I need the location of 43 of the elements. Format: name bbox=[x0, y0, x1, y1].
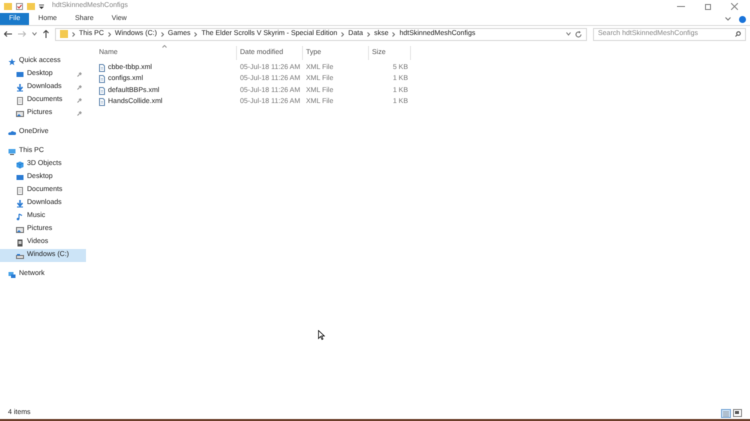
large-icons-view-icon[interactable] bbox=[733, 409, 742, 417]
monitor-icon bbox=[16, 70, 24, 78]
document-icon bbox=[16, 96, 24, 104]
picture-icon bbox=[16, 226, 24, 234]
film-icon bbox=[16, 238, 24, 246]
folder-icon bbox=[60, 30, 68, 38]
document-icon bbox=[16, 186, 24, 194]
chevron-icon bbox=[341, 32, 344, 36]
chevron-icon bbox=[72, 32, 75, 36]
chevron-icon bbox=[367, 32, 370, 36]
star-icon bbox=[8, 58, 16, 66]
cloud-icon bbox=[8, 128, 16, 136]
chevron-icon bbox=[194, 32, 198, 36]
document-icon bbox=[99, 98, 105, 106]
chevron-icon bbox=[392, 32, 396, 36]
document-icon bbox=[99, 86, 105, 95]
refresh-icon[interactable] bbox=[575, 30, 582, 38]
chevron-icon bbox=[108, 32, 111, 36]
cube-icon bbox=[16, 160, 24, 168]
computer-icon bbox=[8, 148, 16, 156]
sort-caret-icon bbox=[162, 45, 167, 48]
close-icon[interactable] bbox=[731, 3, 738, 10]
chevron-icon bbox=[160, 32, 164, 36]
chevron-icon[interactable] bbox=[32, 32, 37, 36]
help-icon[interactable] bbox=[739, 16, 746, 22]
restore-icon[interactable] bbox=[705, 4, 711, 10]
back-arrow-icon[interactable] bbox=[4, 31, 12, 37]
picture-icon bbox=[16, 110, 24, 118]
down-arrow-icon bbox=[16, 84, 24, 92]
monitor-icon bbox=[16, 174, 24, 182]
music-note-icon bbox=[16, 212, 24, 220]
checkmark-icon[interactable] bbox=[16, 3, 23, 10]
document-icon bbox=[99, 75, 105, 84]
document-icon bbox=[99, 64, 105, 72]
mouse-pointer-icon bbox=[318, 330, 325, 340]
chevron-icon[interactable] bbox=[566, 32, 571, 36]
down-arrow-icon bbox=[16, 200, 24, 208]
up-arrow-icon[interactable] bbox=[43, 30, 49, 38]
chevron-icon[interactable] bbox=[725, 17, 731, 21]
network-icon bbox=[8, 270, 16, 278]
dropdown-icon[interactable] bbox=[39, 4, 44, 9]
drive-icon bbox=[16, 252, 24, 260]
search-icon bbox=[735, 31, 741, 37]
